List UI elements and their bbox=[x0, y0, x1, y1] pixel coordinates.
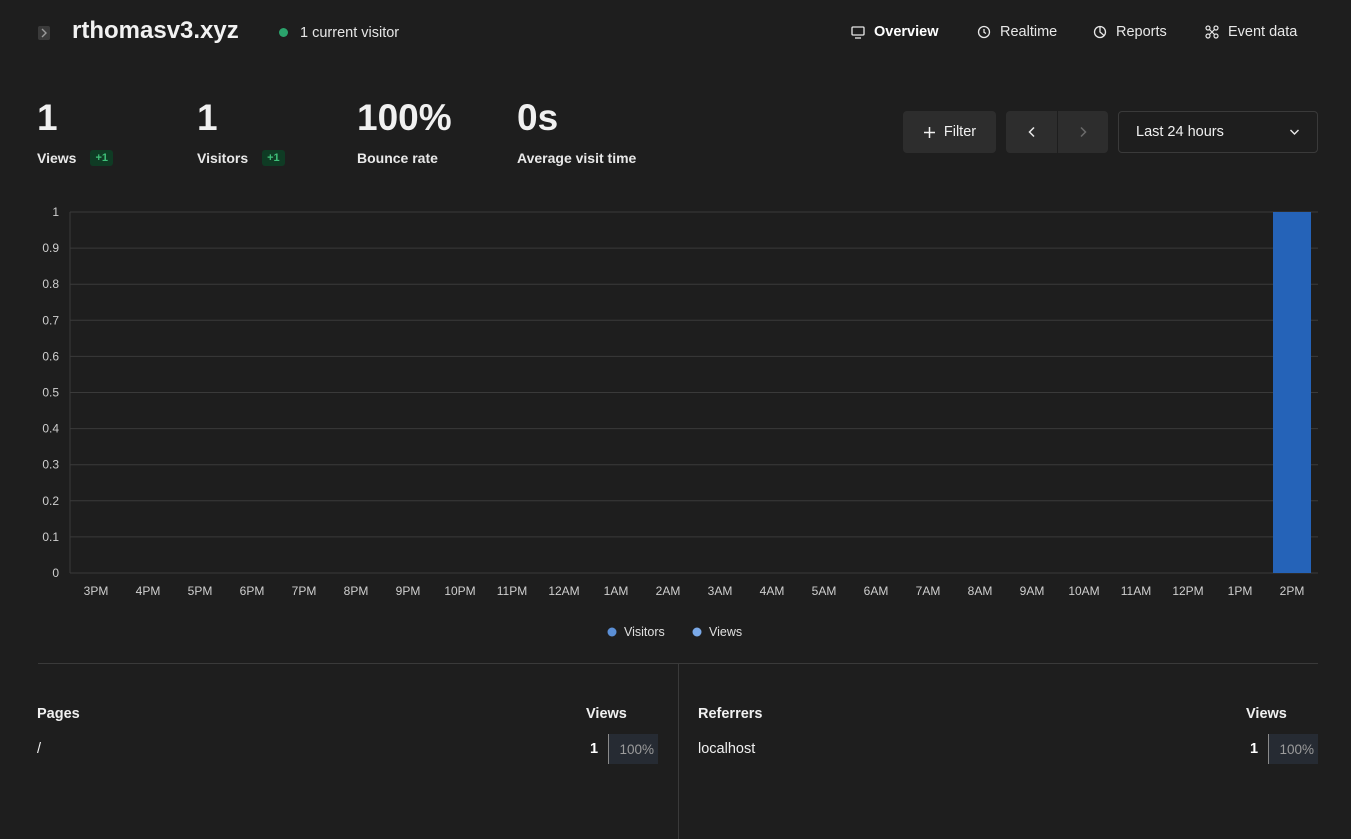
pageviews-chart: 0 0.1 0.2 0.3 0.4 0.5 0.6 0.7 0.8 0.9 1 3PM 4PM 5PM 6P… bbox=[42, 205, 1318, 639]
x-tick-label: 7AM bbox=[916, 584, 941, 598]
x-tick-label: 6AM bbox=[864, 584, 889, 598]
metric-views: 1 Views +1 bbox=[37, 96, 113, 166]
legend-label: Visitors bbox=[624, 625, 665, 639]
previous-period-button[interactable] bbox=[1006, 111, 1057, 153]
x-tick-label: 5AM bbox=[812, 584, 837, 598]
x-tick-label: 4AM bbox=[760, 584, 785, 598]
plus-icon bbox=[923, 126, 935, 138]
nav-overview[interactable]: Overview bbox=[851, 24, 939, 40]
x-tick-label: 7PM bbox=[292, 584, 317, 598]
chevron-left-icon bbox=[1027, 126, 1035, 138]
metric-label: Visitors bbox=[197, 150, 249, 166]
x-tick-label: 5PM bbox=[188, 584, 213, 598]
x-tick-label: 3PM bbox=[84, 584, 109, 598]
y-tick-label: 0.3 bbox=[42, 458, 59, 472]
y-tick-label: 0.6 bbox=[42, 349, 59, 363]
x-tick-label: 2PM bbox=[1280, 584, 1305, 598]
x-tick-label: 12AM bbox=[548, 584, 579, 598]
y-tick-label: 0.9 bbox=[42, 241, 59, 255]
nav-reports-label: Reports bbox=[1116, 24, 1167, 40]
column-divider bbox=[678, 664, 679, 839]
next-period-button[interactable] bbox=[1057, 111, 1108, 153]
change-badge: +1 bbox=[90, 150, 113, 166]
x-tick-label: 1PM bbox=[1228, 584, 1253, 598]
legend-marker bbox=[692, 627, 702, 637]
metric-bounce-rate: 100% Bounce rate bbox=[357, 96, 452, 166]
site-title[interactable]: rthomasv3.xyz bbox=[72, 17, 239, 45]
x-tick-label: 2AM bbox=[656, 584, 681, 598]
metric-average-visit-time: 0s Average visit time bbox=[517, 96, 636, 166]
pages-row-label[interactable]: / bbox=[37, 741, 41, 757]
pages-row-percent: 100% bbox=[608, 734, 658, 764]
nav-event-data[interactable]: Event data bbox=[1205, 24, 1297, 40]
change-badge: +1 bbox=[262, 150, 285, 166]
y-tick-label: 0.4 bbox=[42, 422, 59, 436]
nav-event-data-label: Event data bbox=[1228, 24, 1298, 40]
metric-visitors: 1 Visitors +1 bbox=[197, 96, 285, 166]
x-tick-label: 9PM bbox=[396, 584, 421, 598]
x-tick-label: 11AM bbox=[1121, 584, 1151, 598]
nav-realtime[interactable]: Realtime bbox=[977, 24, 1057, 40]
y-tick-label: 1 bbox=[52, 205, 59, 219]
metric-label: Average visit time bbox=[517, 150, 637, 166]
metric-value: 100% bbox=[357, 97, 452, 138]
filter-button[interactable]: Filter bbox=[903, 111, 996, 153]
chevron-down-icon bbox=[1290, 129, 1299, 135]
metric-label: Bounce rate bbox=[357, 150, 438, 166]
nav-reports[interactable]: Reports bbox=[1093, 24, 1167, 40]
referrers-row-label[interactable]: localhost bbox=[698, 741, 755, 757]
metric-value: 1 bbox=[37, 97, 58, 138]
metric-label-row: Views +1 bbox=[37, 150, 113, 166]
legend-label: Views bbox=[709, 625, 742, 639]
live-visitors-text: 1 current visitor bbox=[300, 25, 400, 41]
referrers-row-percent: 100% bbox=[1268, 734, 1318, 764]
metric-value: 0s bbox=[517, 97, 559, 138]
site-favicon-icon bbox=[38, 26, 50, 40]
filter-button-label: Filter bbox=[943, 124, 977, 140]
y-tick-label: 0 bbox=[52, 566, 59, 580]
x-tick-label: 8PM bbox=[344, 584, 369, 598]
metric-label: Views bbox=[37, 150, 77, 166]
nav-overview-label: Overview bbox=[874, 24, 939, 40]
x-tick-label: 3AM bbox=[708, 584, 733, 598]
pages-table-title: Pages bbox=[37, 706, 80, 722]
x-tick-label: 1AM bbox=[604, 584, 629, 598]
y-tick-label: 0.5 bbox=[42, 386, 59, 400]
x-tick-label: 10AM bbox=[1068, 584, 1099, 598]
y-tick-label: 0.7 bbox=[42, 313, 59, 327]
referrers-metric-header: Views bbox=[1246, 706, 1287, 722]
legend-marker bbox=[607, 627, 617, 637]
x-tick-label: 8AM bbox=[968, 584, 993, 598]
y-tick-label: 0.8 bbox=[42, 277, 59, 291]
x-tick-label: 6PM bbox=[240, 584, 265, 598]
chevron-right-icon bbox=[1080, 126, 1087, 138]
pages-row-count: 1 bbox=[590, 741, 599, 757]
x-tick-label: 11PM bbox=[497, 584, 527, 598]
header: rthomasv3.xyz 1 current visitor Overview… bbox=[0, 0, 1351, 66]
metric-label-row: Average visit time bbox=[517, 150, 636, 166]
y-tick-label: 0.2 bbox=[42, 494, 59, 508]
y-tick-label: 0.1 bbox=[42, 530, 59, 544]
x-tick-label: 12PM bbox=[1172, 584, 1203, 598]
nodes-icon bbox=[1205, 25, 1219, 39]
referrers-table-title: Referrers bbox=[698, 706, 763, 722]
pie-chart-icon bbox=[1093, 25, 1107, 39]
metric-label-row: Bounce rate bbox=[357, 150, 452, 166]
referrers-row-count: 1 bbox=[1250, 741, 1259, 757]
date-navigation bbox=[1006, 111, 1108, 153]
bar bbox=[1273, 212, 1311, 573]
clock-icon bbox=[977, 25, 991, 39]
x-tick-label: 10PM bbox=[444, 584, 475, 598]
live-indicator-dot bbox=[279, 28, 288, 37]
date-range-value: Last 24 hours bbox=[1136, 124, 1224, 140]
metric-label-row: Visitors +1 bbox=[197, 150, 285, 166]
date-range-select[interactable]: Last 24 hours bbox=[1118, 111, 1318, 153]
metric-value: 1 bbox=[197, 97, 218, 138]
pages-metric-header: Views bbox=[586, 706, 627, 722]
x-tick-label: 4PM bbox=[136, 584, 161, 598]
monitor-icon bbox=[851, 26, 865, 39]
x-tick-label: 9AM bbox=[1020, 584, 1045, 598]
nav-realtime-label: Realtime bbox=[1000, 24, 1058, 40]
